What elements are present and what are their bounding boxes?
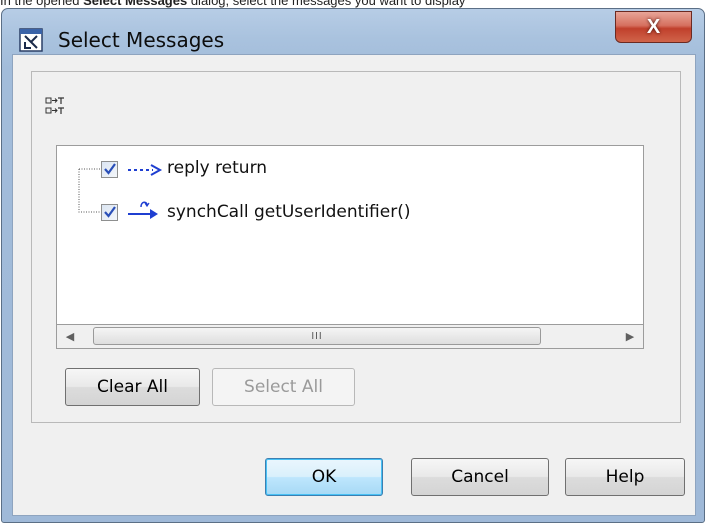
checkmark-icon: [104, 206, 116, 218]
checkmark-icon: [104, 163, 116, 175]
close-icon: X: [646, 15, 661, 38]
synchcall-checkbox[interactable]: [101, 204, 118, 221]
close-button[interactable]: X: [615, 11, 692, 43]
synchcall-label: synchCall getUserIdentifier(): [167, 202, 411, 222]
select-all-button[interactable]: Select All: [212, 368, 355, 406]
messages-tree[interactable]: reply return synchCall getUserIdentifier…: [56, 145, 644, 325]
dialog-icon: [19, 28, 43, 52]
caption-after: dialog, select the messages you want to …: [187, 0, 466, 8]
reply-label: reply return: [167, 158, 268, 178]
clear-all-button[interactable]: Clear All: [65, 368, 200, 406]
reply-arrow-icon: [127, 162, 165, 183]
caption-before: In the opened: [0, 0, 84, 8]
scroll-left-icon[interactable]: ◀: [61, 327, 79, 345]
expand-message-icon[interactable]: [45, 95, 65, 119]
caption-bold: Select Messages: [83, 0, 188, 8]
page-caption: In the opened Select Messages dialog, se…: [0, 0, 707, 8]
cancel-button[interactable]: Cancel: [411, 458, 549, 496]
scroll-thumb[interactable]: III: [93, 327, 541, 345]
synchcall-arrow-icon: [127, 198, 165, 227]
dialog-title: Select Messages: [58, 28, 225, 52]
horizontal-scrollbar[interactable]: ◀ III ▶: [56, 325, 644, 349]
reply-checkbox[interactable]: [101, 161, 118, 178]
scroll-right-icon[interactable]: ▶: [621, 327, 639, 345]
select-messages-dialog: Select Messages X reply return synchCall…: [1, 8, 705, 523]
ok-button[interactable]: OK: [265, 458, 383, 496]
scroll-grip: III: [311, 330, 323, 342]
help-button[interactable]: Help: [565, 458, 685, 496]
dialog-body: reply return synchCall getUserIdentifier…: [12, 54, 696, 516]
